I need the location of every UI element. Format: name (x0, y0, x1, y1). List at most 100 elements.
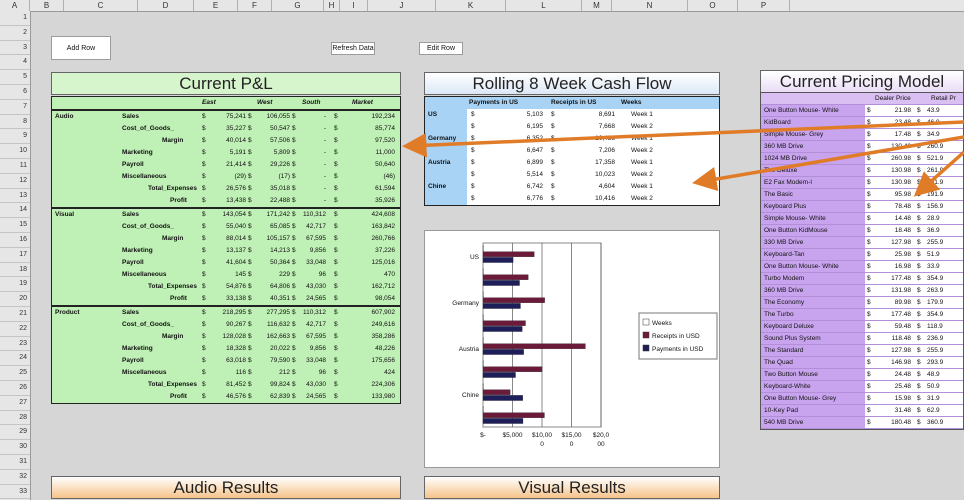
pricing-product-name[interactable]: 360 MB Drive (764, 285, 803, 297)
row-header[interactable]: 19 (0, 277, 30, 293)
pricing-retail-price[interactable]: 31.9 (927, 393, 940, 405)
row-header[interactable]: 24 (0, 351, 30, 367)
pl-cell-value[interactable]: 24,565 (306, 293, 326, 305)
pl-cell-value[interactable]: 26,576 (226, 183, 246, 195)
pricing-dealer-price[interactable]: 59.48 (895, 321, 911, 333)
pl-cell-value[interactable]: 50,640 (375, 159, 395, 171)
pricing-product-name[interactable]: 360 MB Drive (764, 141, 803, 153)
cashflow-payment[interactable]: 6,352 (527, 133, 543, 145)
pl-cell-value[interactable]: 48,226 (375, 343, 395, 355)
bar-payments-in-usd[interactable] (482, 418, 524, 424)
pl-cell-value[interactable]: - (324, 183, 326, 195)
pricing-retail-price[interactable]: 261.9 (927, 165, 943, 177)
pl-cell-value[interactable]: 24,565 (306, 391, 326, 403)
pricing-product-name[interactable]: The Deluxe (764, 165, 797, 177)
pl-cell-value[interactable]: (17) (278, 171, 290, 183)
pricing-retail-price[interactable]: 293.9 (927, 357, 943, 369)
row-header[interactable]: 32 (0, 470, 30, 485)
column-header[interactable]: B (30, 0, 64, 11)
bar-payments-in-usd[interactable] (482, 280, 520, 286)
pricing-retail-price[interactable]: 50.9 (927, 381, 940, 393)
pl-cell-value[interactable]: 99,824 (270, 379, 290, 391)
pl-cell-value[interactable]: 20,022 (270, 343, 290, 355)
row-header[interactable]: 16 (0, 233, 30, 248)
cashflow-receipt[interactable]: 17,358 (595, 157, 615, 169)
column-header[interactable]: O (688, 0, 738, 11)
row-header[interactable]: 28 (0, 411, 30, 426)
column-header[interactable]: H (324, 0, 340, 11)
pricing-product-name[interactable]: The Standard (764, 345, 803, 357)
pl-cell-value[interactable]: 192,234 (372, 111, 396, 123)
pricing-product-name[interactable]: The Turbo (764, 309, 794, 321)
pl-cell-value[interactable]: 128,028 (223, 331, 247, 343)
bar-payments-in-usd[interactable] (482, 395, 523, 401)
pl-cell-value[interactable]: 171,242 (267, 209, 291, 221)
pricing-product-name[interactable]: One Button Mouse- White (764, 261, 839, 273)
cashflow-week[interactable]: Week 2 (631, 121, 653, 133)
pl-cell-value[interactable]: 81,452 (226, 379, 246, 391)
row-header[interactable]: 31 (0, 455, 30, 470)
pricing-dealer-price[interactable]: 25.98 (895, 249, 911, 261)
pl-cell-value[interactable]: 5,809 (274, 147, 290, 159)
column-header[interactable]: F (238, 0, 272, 11)
column-header[interactable]: C (64, 0, 138, 11)
row-header[interactable]: 11 (0, 159, 30, 174)
pl-cell-value[interactable]: - (324, 195, 326, 207)
pricing-dealer-price[interactable]: 89.98 (895, 297, 911, 309)
pl-cell-value[interactable]: 424,608 (372, 209, 396, 221)
pl-cell-value[interactable]: 46,576 (226, 391, 246, 403)
pl-cell-value[interactable]: 163,842 (372, 221, 396, 233)
pl-cell-value[interactable]: 43,030 (306, 281, 326, 293)
pl-cell-value[interactable]: 96 (319, 269, 326, 281)
pl-cell-value[interactable]: 212 (279, 367, 290, 379)
pl-cell-value[interactable]: 106,055 (267, 111, 291, 123)
row-header[interactable]: 21 (0, 307, 30, 322)
pl-cell-value[interactable]: 79,590 (270, 355, 290, 367)
pl-cell-value[interactable]: 35,926 (375, 195, 395, 207)
pricing-product-name[interactable]: The Basic (764, 189, 793, 201)
bar-receipts-in-usd[interactable] (482, 412, 545, 418)
pricing-product-name[interactable]: Keyboard Deluxe (764, 321, 814, 333)
row-header[interactable]: 25 (0, 366, 30, 381)
column-header[interactable]: P (738, 0, 790, 11)
pl-cell-value[interactable]: 41,604 (226, 257, 246, 269)
bar-payments-in-usd[interactable] (482, 257, 514, 263)
pl-cell-value[interactable]: 62,839 (270, 391, 290, 403)
pl-cell-value[interactable]: 607,902 (372, 307, 396, 319)
pl-cell-value[interactable]: 14,213 (270, 245, 290, 257)
bar-receipts-in-usd[interactable] (482, 297, 545, 303)
cashflow-week[interactable]: Week 2 (631, 193, 653, 205)
pl-cell-value[interactable]: 63,018 (226, 355, 246, 367)
pricing-product-name[interactable]: 540 MB Drive (764, 417, 803, 429)
pl-cell-value[interactable]: 105,157 (267, 233, 291, 245)
edit-row-button[interactable]: Edit Row (419, 42, 463, 55)
pricing-retail-price[interactable]: 354.9 (927, 273, 943, 285)
bar-receipts-in-usd[interactable] (482, 274, 529, 280)
bar-receipts-in-usd[interactable] (482, 343, 586, 349)
pl-cell-value[interactable]: 35,227 (226, 123, 246, 135)
pricing-dealer-price[interactable]: 260.98 (891, 153, 911, 165)
column-header[interactable]: A (0, 0, 30, 11)
pl-cell-value[interactable]: 9,856 (310, 245, 326, 257)
pricing-product-name[interactable]: The Economy (764, 297, 804, 309)
pl-cell-value[interactable]: 67,595 (306, 331, 326, 343)
column-header[interactable]: N (612, 0, 688, 11)
row-header[interactable]: 30 (0, 440, 30, 455)
pl-cell-value[interactable]: 260,766 (372, 233, 396, 245)
pl-cell-value[interactable]: 224,306 (372, 379, 396, 391)
pricing-retail-price[interactable]: 236.9 (927, 333, 943, 345)
row-header[interactable]: 22 (0, 322, 30, 337)
pricing-retail-price[interactable]: 118.9 (927, 321, 943, 333)
pl-cell-value[interactable]: 90,267 (226, 319, 246, 331)
pl-cell-value[interactable]: 175,656 (372, 355, 396, 367)
pl-cell-value[interactable]: 85,774 (375, 123, 395, 135)
bar-weeks[interactable] (482, 360, 484, 367)
pricing-dealer-price[interactable]: 177.48 (891, 273, 911, 285)
cashflow-week[interactable]: Week 2 (631, 169, 653, 181)
pl-cell-value[interactable]: 110,312 (303, 307, 326, 319)
cashflow-receipt[interactable]: 8,691 (599, 109, 615, 121)
pl-cell-value[interactable]: 424 (384, 367, 395, 379)
pricing-retail-price[interactable]: 46.9 (927, 117, 940, 129)
pl-cell-value[interactable]: 11,000 (376, 147, 395, 159)
pricing-product-name[interactable]: Keyboard Plus (764, 201, 806, 213)
